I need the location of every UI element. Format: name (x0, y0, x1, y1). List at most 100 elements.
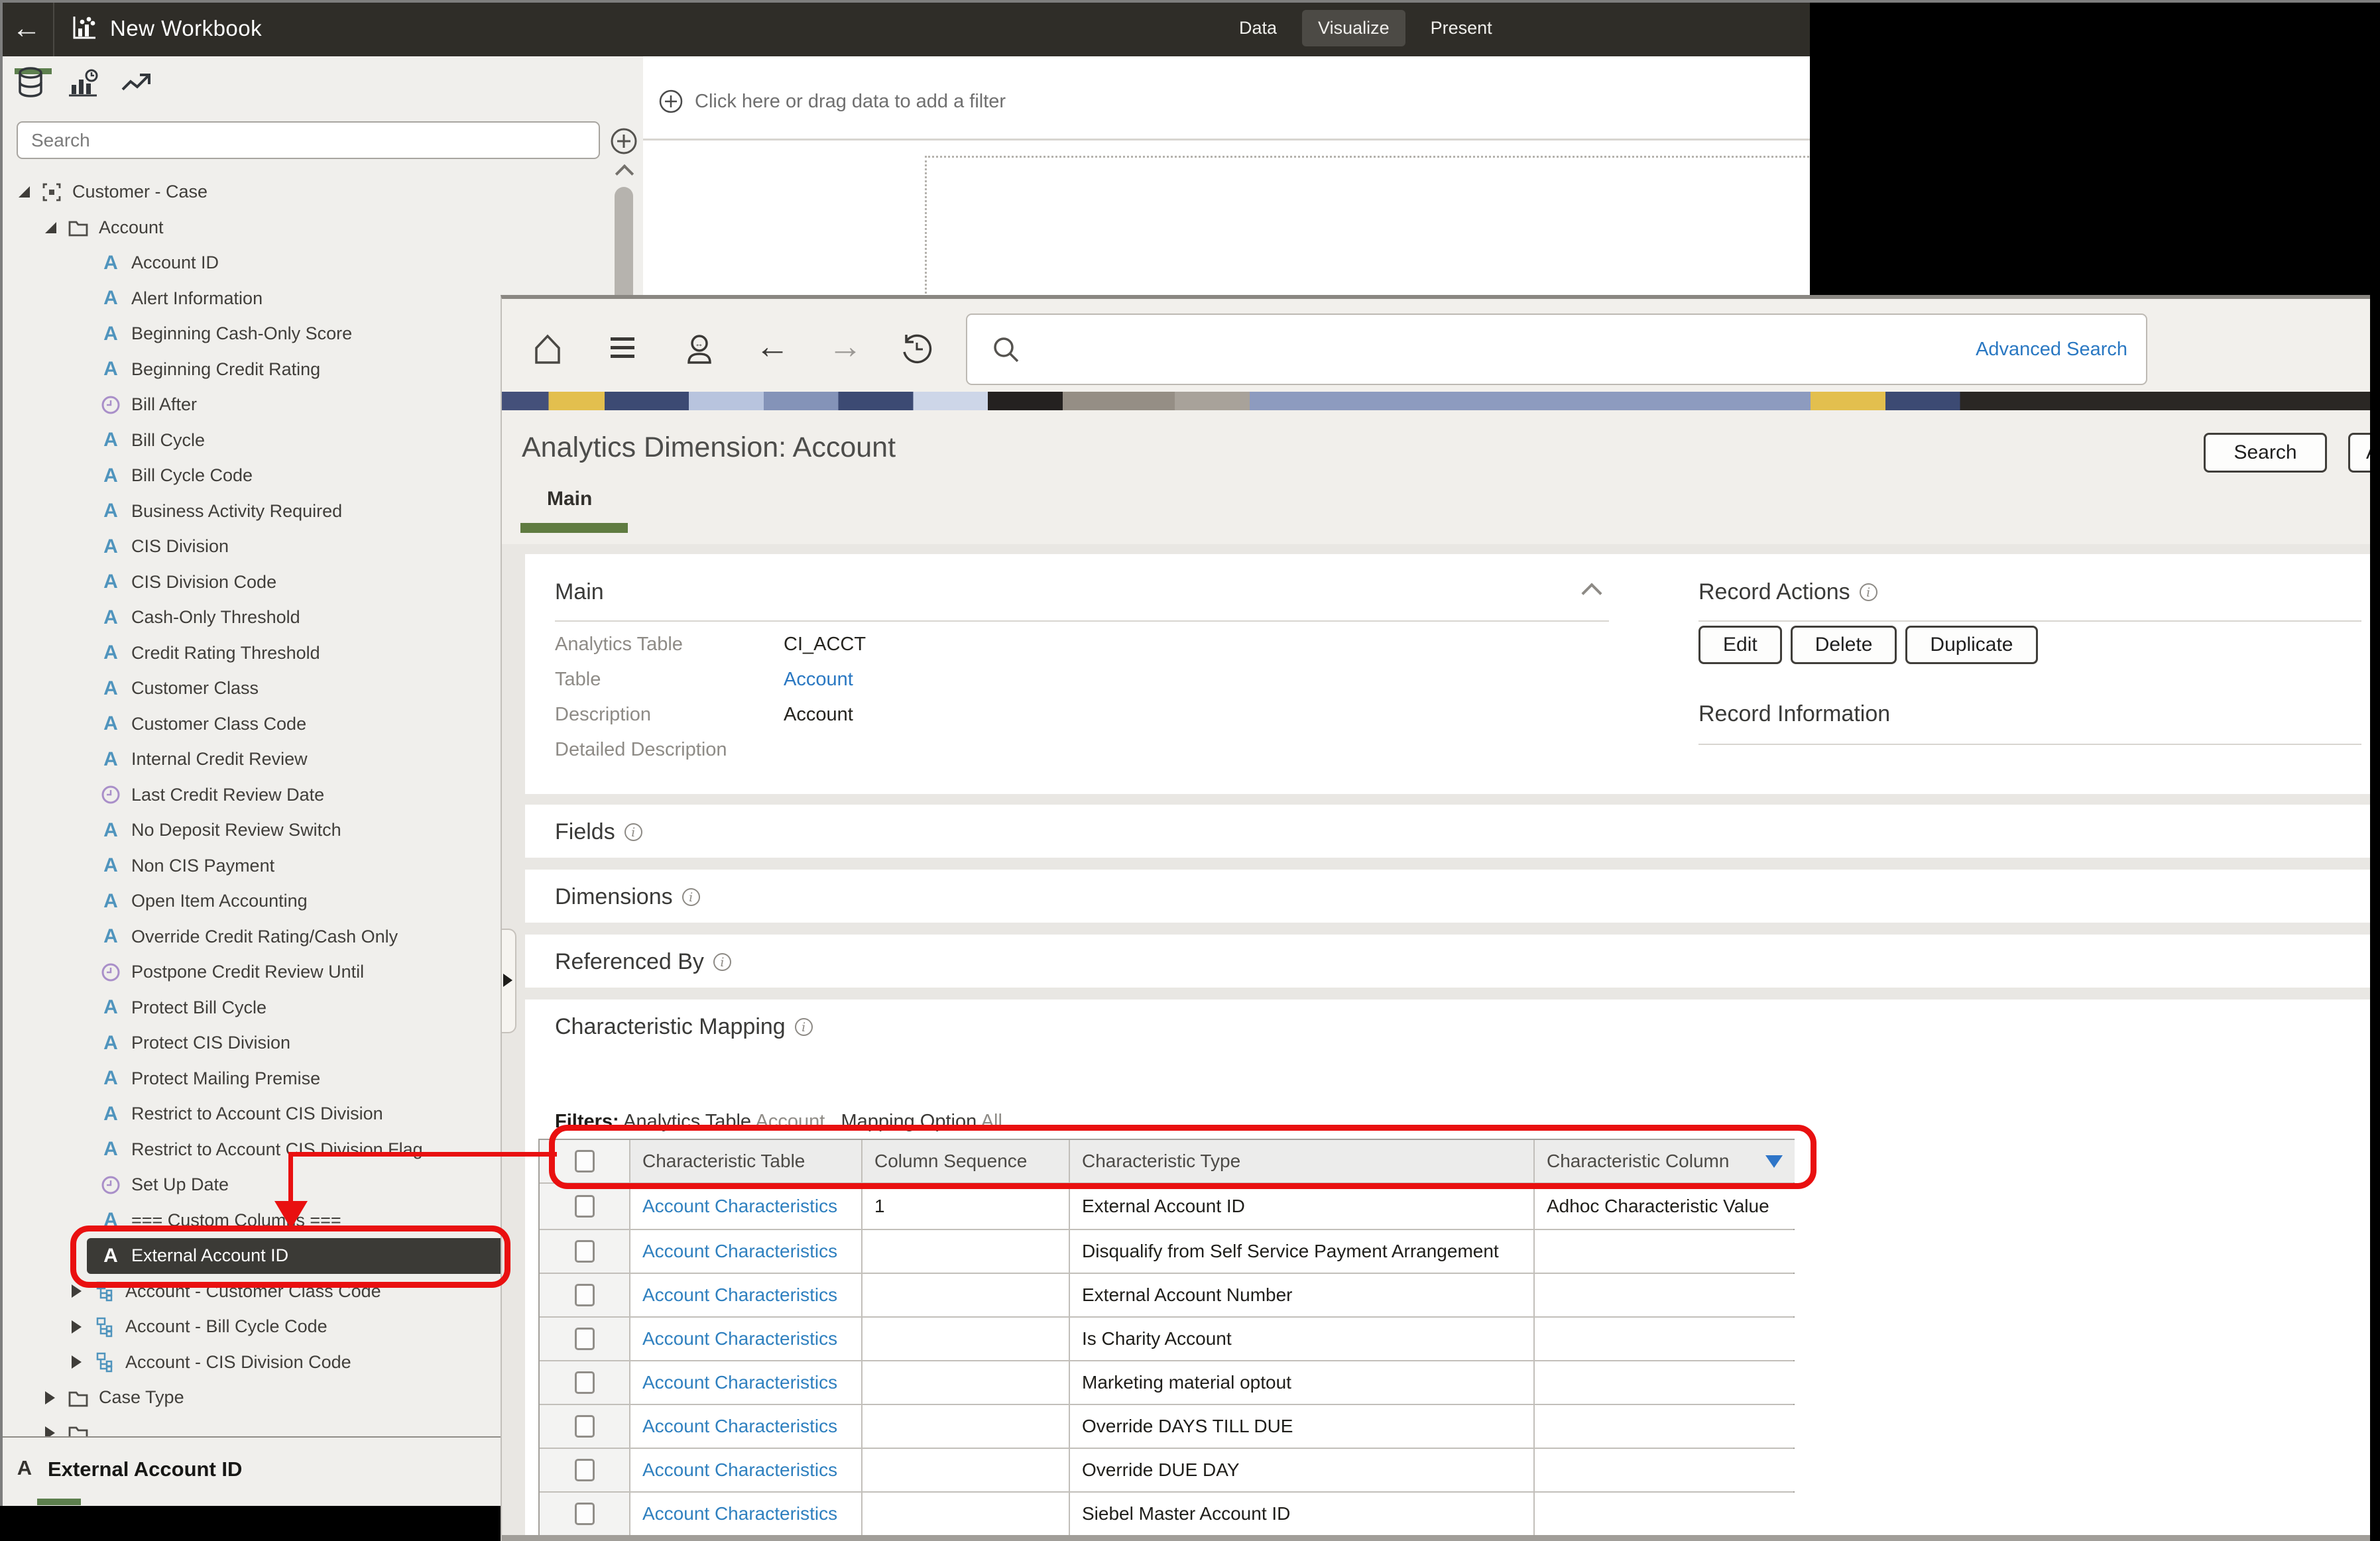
collapse-chevron-icon[interactable] (1581, 583, 1602, 604)
section-dimensions[interactable]: Dimensions i (525, 870, 2370, 923)
field-text-icon: A (103, 889, 118, 912)
screenshot-border-left (0, 0, 3, 1506)
collapsed-arrow-icon[interactable] (72, 1320, 82, 1334)
tree-item-label: Customer Class (131, 678, 259, 699)
field-text-icon: A (103, 429, 118, 451)
tab-visualize[interactable]: Visualize (1302, 10, 1405, 46)
characteristic-column-cell (1535, 1449, 1795, 1491)
trend-icon[interactable] (120, 68, 154, 101)
tree-item-label: Beginning Credit Rating (131, 359, 321, 379)
characteristic-table-link[interactable]: Account Characteristics (642, 1241, 837, 1262)
characteristic-type-cell: Disqualify from Self Service Payment Arr… (1070, 1230, 1535, 1273)
collapsed-arrow-icon[interactable] (72, 1355, 82, 1369)
row-checkbox[interactable] (574, 1195, 595, 1218)
field-text-icon: A (103, 322, 118, 345)
hierarchy-icon (96, 1353, 113, 1373)
row-checkbox[interactable] (574, 1328, 595, 1350)
field-text-icon: A (103, 854, 118, 877)
dimensions-heading: Dimensions (555, 884, 673, 909)
field-text-icon: A (103, 925, 118, 948)
tree-item-account[interactable]: Account (0, 210, 642, 246)
menu-icon[interactable] (607, 332, 638, 367)
field-date-icon (101, 785, 120, 804)
row-checkbox-cell (540, 1184, 630, 1229)
field-value[interactable]: Account (784, 669, 853, 691)
tab-data[interactable]: Data (1223, 10, 1293, 46)
row-checkbox[interactable] (574, 1284, 595, 1306)
info-icon[interactable]: i (713, 953, 731, 971)
section-fields[interactable]: Fields i (525, 805, 2370, 858)
characteristic-table-link[interactable]: Account Characteristics (642, 1196, 837, 1217)
filter-bar[interactable]: Click here or drag data to add a filter (643, 56, 1810, 141)
search-button[interactable]: Search (2204, 433, 2327, 473)
field-label: Description (555, 704, 652, 725)
add-data-icon[interactable] (609, 126, 639, 160)
workbook-mode-tabs: Data Visualize Present (1223, 0, 1508, 56)
info-icon[interactable]: i (794, 1018, 813, 1036)
back-nav-icon[interactable]: ← (755, 327, 790, 367)
annotation-connector-line-v (288, 1152, 293, 1202)
back-button[interactable]: ← (0, 0, 54, 56)
duplicate-button[interactable]: Duplicate (1905, 626, 2038, 664)
edit-button[interactable]: Edit (1698, 626, 1782, 664)
expanded-arrow-icon[interactable] (45, 221, 56, 233)
tree-item-label: No Deposit Review Switch (131, 820, 341, 840)
field-text-icon: A (103, 251, 118, 274)
column-sequence-cell: 1 (863, 1184, 1070, 1229)
row-checkbox[interactable] (574, 1415, 595, 1438)
field-text-icon: A (103, 358, 118, 380)
row-checkbox[interactable] (574, 1503, 595, 1525)
collapsed-arrow-icon[interactable] (72, 1284, 82, 1298)
row-checkbox[interactable] (574, 1459, 595, 1481)
tree-item-account-id[interactable]: A Account ID (0, 245, 642, 281)
row-checkbox[interactable] (574, 1371, 595, 1394)
global-search-input[interactable] (1034, 320, 1929, 378)
horizontal-scrollbar[interactable] (502, 1535, 2370, 1541)
tab-active-underline (520, 523, 628, 533)
history-icon[interactable] (900, 332, 934, 370)
field-text-icon: A (103, 571, 118, 593)
table-row: Account Characteristics Siebel Master Acc… (540, 1493, 1795, 1535)
tree-item-customer-case[interactable]: Customer - Case (0, 174, 642, 210)
info-icon[interactable]: i (1859, 583, 1877, 601)
user-icon[interactable]: ↔ (682, 332, 717, 370)
expand-handle-icon[interactable] (502, 929, 516, 1033)
tree-item-label: Restrict to Account CIS Division Flag (131, 1139, 423, 1159)
characteristic-column-cell (1535, 1493, 1795, 1535)
info-icon[interactable]: i (682, 888, 700, 906)
chart-clock-icon[interactable] (66, 66, 99, 103)
folder-icon (68, 1391, 88, 1407)
advanced-search-link[interactable]: Advanced Search (1976, 339, 2127, 361)
delete-button[interactable]: Delete (1790, 626, 1897, 664)
field-text-icon: A (17, 1456, 32, 1479)
data-panel-search-input[interactable] (17, 121, 600, 159)
characteristic-table-link[interactable]: Account Characteristics (642, 1503, 837, 1524)
expanded-arrow-icon[interactable] (19, 186, 30, 198)
database-icon[interactable] (15, 66, 46, 103)
home-icon[interactable] (531, 332, 564, 370)
tree-item-label: Business Activity Required (131, 500, 343, 521)
info-icon[interactable]: i (624, 823, 642, 841)
characteristic-table-link[interactable]: Account Characteristics (642, 1328, 837, 1349)
field-date-icon (101, 396, 120, 414)
row-checkbox-cell (540, 1230, 630, 1273)
tree-item-label: Bill Cycle (131, 429, 206, 450)
characteristic-table-link[interactable]: Account Characteristics (642, 1459, 837, 1481)
characteristic-table-link[interactable]: Account Characteristics (642, 1372, 837, 1393)
row-checkbox[interactable] (574, 1240, 595, 1263)
characteristic-table-link[interactable]: Account Characteristics (642, 1284, 837, 1306)
collapsed-arrow-icon[interactable] (45, 1391, 55, 1404)
characteristic-type-cell: Siebel Master Account ID (1070, 1493, 1535, 1535)
page-title: Analytics Dimension: Account (522, 431, 896, 463)
forward-nav-icon[interactable]: → (828, 327, 863, 367)
tab-main[interactable]: Main (547, 488, 592, 510)
tab-present[interactable]: Present (1415, 10, 1508, 46)
characteristic-table-link[interactable]: Account Characteristics (642, 1416, 837, 1437)
truncated-button[interactable]: A (2348, 433, 2370, 473)
section-referenced-by[interactable]: Referenced By i (525, 935, 2370, 988)
decorative-banner (502, 392, 2370, 410)
hierarchy-icon (96, 1317, 113, 1337)
field-text-icon: A (103, 996, 118, 1019)
workbook-header: ← New Workbook Data Visualize Present (0, 0, 1810, 56)
field-text-icon: A (103, 819, 118, 841)
